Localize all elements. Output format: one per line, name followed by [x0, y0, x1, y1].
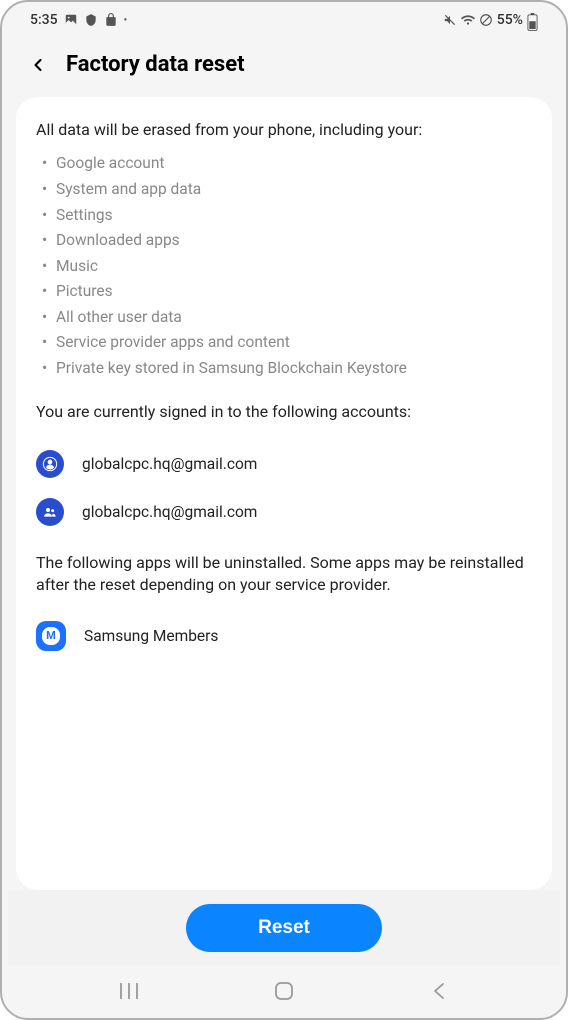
mute-icon: [443, 13, 457, 27]
list-item: System and app data: [56, 177, 532, 203]
battery-percent: 55%: [497, 12, 523, 28]
status-bar: 5:35 • 55%: [2, 2, 566, 34]
list-item: Downloaded apps: [56, 228, 532, 254]
battery-icon: [527, 13, 538, 27]
list-item: Google account: [56, 151, 532, 177]
account-row: globalcpc.hq@gmail.com: [36, 440, 532, 488]
header: Factory data reset: [2, 34, 566, 93]
bag-icon: [104, 13, 118, 27]
list-item: All other user data: [56, 305, 532, 331]
nav-bar: [2, 966, 566, 1018]
account-email: globalcpc.hq@gmail.com: [82, 455, 257, 473]
status-right: 55%: [443, 12, 538, 28]
status-time: 5:35: [30, 12, 58, 28]
reset-button[interactable]: Reset: [186, 904, 382, 952]
list-item: Music: [56, 254, 532, 280]
contacts-account-icon: [36, 498, 64, 526]
page-title: Factory data reset: [66, 52, 245, 77]
intro-text: All data will be erased from your phone,…: [36, 119, 532, 141]
status-left: 5:35 •: [30, 12, 127, 28]
app-name: Samsung Members: [84, 627, 218, 645]
account-row: globalcpc.hq@gmail.com: [36, 488, 532, 536]
app-row: M Samsung Members: [36, 613, 532, 659]
image-icon: [64, 13, 78, 27]
nav-back-button[interactable]: [419, 982, 459, 1000]
erase-list: Google account System and app data Setti…: [36, 151, 532, 381]
google-account-icon: [36, 450, 64, 478]
account-email: globalcpc.hq@gmail.com: [82, 503, 257, 521]
app-icon-samsung-members: M: [36, 621, 66, 651]
shield-icon: [84, 13, 98, 27]
no-circle-icon: [479, 13, 493, 27]
list-item: Pictures: [56, 279, 532, 305]
apps-intro: The following apps will be uninstalled. …: [36, 552, 532, 597]
home-button[interactable]: [264, 982, 304, 1000]
list-item: Settings: [56, 203, 532, 229]
recents-button[interactable]: [109, 983, 149, 999]
list-item: Service provider apps and content: [56, 330, 532, 356]
wifi-icon: [461, 13, 475, 27]
accounts-intro: You are currently signed in to the follo…: [36, 401, 532, 423]
list-item: Private key stored in Samsung Blockchain…: [56, 356, 532, 382]
content-card: All data will be erased from your phone,…: [16, 97, 552, 890]
bottom-action-bar: Reset: [8, 890, 560, 966]
status-dot: •: [124, 15, 128, 26]
back-button[interactable]: [26, 53, 50, 77]
phone-frame: 5:35 • 55%: [0, 0, 568, 1020]
